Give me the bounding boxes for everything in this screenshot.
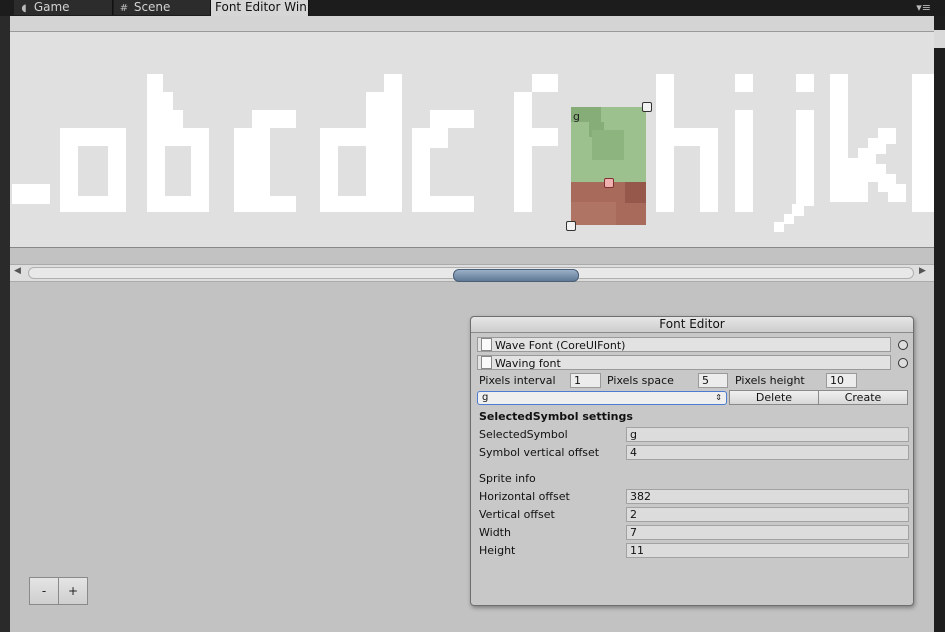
delete-button[interactable]: Delete [729, 390, 819, 405]
editor-tab-bar: ◖ Game # Scene Font Editor Win ▾≡ [0, 0, 945, 16]
pixels-interval-label: Pixels interval [479, 374, 556, 387]
pixels-space-label: Pixels space [607, 374, 674, 387]
font-name-field[interactable]: Waving font [477, 355, 891, 370]
tab-font-editor[interactable]: Font Editor Win [211, 0, 309, 16]
zoom-controls: - + [29, 577, 88, 605]
font-atlas-canvas[interactable]: g [10, 32, 934, 248]
tab-scene[interactable]: # Scene [114, 0, 211, 15]
tab-game[interactable]: ◖ Game [14, 0, 113, 15]
symbol-dropdown-value: g [482, 392, 489, 403]
sprite-vertical-offset-field[interactable]: 2 [626, 507, 909, 522]
scroll-left-arrow-icon[interactable]: ◀ [14, 266, 21, 276]
zoom-in-button[interactable]: + [59, 577, 88, 605]
right-scroll-stub [934, 30, 945, 48]
height-label: Height [479, 544, 516, 557]
glyph-e [412, 110, 474, 212]
resize-handle-top-right[interactable] [642, 102, 652, 112]
left-border [0, 16, 10, 632]
vertical-offset-label: Symbol vertical offset [479, 446, 600, 459]
tab-scene-label: Scene [133, 0, 171, 14]
font-asset-value: Wave Font (CoreUIFont) [495, 339, 626, 352]
resize-handle-bottom-left[interactable] [566, 221, 576, 231]
document-icon [481, 338, 492, 351]
selected-glyph-label: g [573, 110, 580, 123]
panel-title: Font Editor [471, 317, 913, 333]
pacman-icon: ◖ [21, 3, 27, 14]
selected-symbol-field[interactable]: g [626, 427, 909, 442]
view-header [10, 16, 934, 32]
scroll-thumb[interactable] [453, 269, 579, 282]
section-title: SelectedSymbol settings [479, 410, 633, 423]
width-field[interactable]: 7 [626, 525, 909, 540]
scroll-track[interactable] [28, 267, 914, 282]
glyph-l [912, 74, 934, 212]
grid-icon: # [119, 3, 129, 14]
glyph-j [774, 74, 814, 232]
zoom-out-button[interactable]: - [29, 577, 59, 605]
dropdown-arrows-icon: ⇕ [715, 393, 722, 402]
glyph-i [735, 74, 753, 212]
horizontal-offset-field[interactable]: 382 [626, 489, 909, 504]
glyph-f [514, 74, 558, 212]
selected-symbol-label: SelectedSymbol [479, 428, 568, 441]
glyph-strip [12, 74, 934, 232]
right-border [934, 16, 945, 632]
pixels-height-input[interactable]: 10 [826, 373, 857, 388]
font-asset-picker-icon[interactable] [898, 340, 908, 350]
glyph-underscore [12, 184, 50, 204]
pixels-interval-input[interactable]: 1 [570, 373, 601, 388]
glyph-k [830, 74, 906, 202]
vertical-offset-field[interactable]: 4 [626, 445, 909, 460]
tab-game-label: Game [33, 0, 70, 14]
glyph-d [320, 74, 402, 212]
sprite-vertical-offset-label: Vertical offset [479, 508, 555, 521]
font-name-picker-icon[interactable] [898, 358, 908, 368]
font-asset-field[interactable]: Wave Font (CoreUIFont) [477, 337, 891, 352]
horizontal-offset-label: Horizontal offset [479, 490, 570, 503]
width-label: Width [479, 526, 511, 539]
glyph-c [234, 110, 296, 212]
pixels-space-input[interactable]: 5 [698, 373, 728, 388]
atlas-horizontal-scrollbar[interactable]: ◀ ▶ [10, 264, 934, 282]
glyph-h [656, 74, 718, 212]
selected-glyph-g [571, 107, 646, 225]
baseline-handle[interactable] [604, 178, 614, 188]
symbol-dropdown[interactable]: g ⇕ [477, 391, 727, 405]
glyph-b [147, 74, 209, 212]
height-field[interactable]: 11 [626, 543, 909, 558]
tab-font-editor-label: Font Editor Win [215, 0, 307, 14]
font-name-value: Waving font [495, 357, 561, 370]
sprite-info-label: Sprite info [479, 472, 536, 485]
pixels-height-label: Pixels height [735, 374, 805, 387]
create-button[interactable]: Create [818, 390, 908, 405]
glyph-a [60, 128, 126, 212]
tab-menu-icon[interactable]: ▾≡ [916, 1, 931, 14]
font-file-icon [481, 356, 492, 369]
scroll-right-arrow-icon[interactable]: ▶ [919, 266, 926, 276]
font-editor-panel: Font Editor Wave Font (CoreUIFont) Wavin… [470, 316, 914, 606]
